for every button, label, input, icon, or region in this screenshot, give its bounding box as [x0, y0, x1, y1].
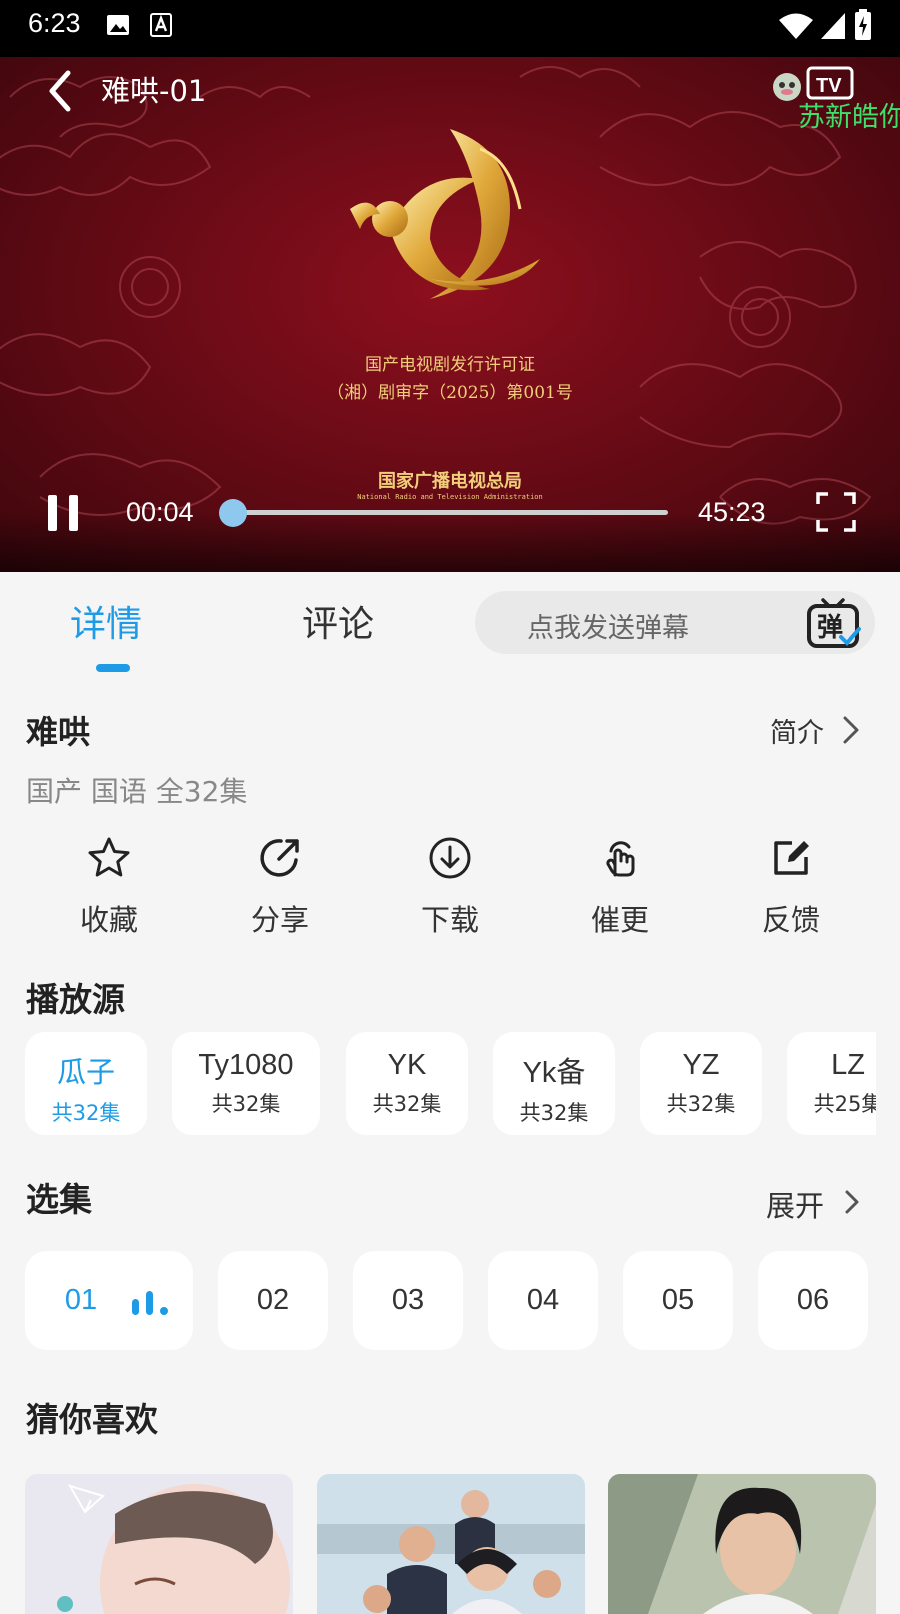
agency-name: 国家广播电视总局	[378, 471, 522, 492]
fullscreen-button[interactable]	[816, 492, 856, 532]
wifi-icon	[779, 13, 813, 39]
source-name: Ty1080	[198, 1049, 294, 1081]
show-title: 难哄	[26, 713, 91, 751]
feedback-label: 反馈	[761, 903, 820, 937]
feedback-button[interactable]: 反馈	[736, 835, 846, 945]
episode-label: 02	[256, 1284, 290, 1316]
seek-bar[interactable]	[218, 499, 668, 527]
total-time: 45:23	[698, 497, 766, 527]
poster-image	[25, 1474, 293, 1614]
video-player[interactable]: 难哄-01 TV 苏新皓你 国产电视剧发行许可证 （湘）剧审字（2025）第00…	[0, 57, 900, 572]
current-time: 00:04	[126, 497, 194, 527]
download-button[interactable]: 下载	[395, 835, 505, 945]
source-item-lz[interactable]: LZ 共25集	[787, 1032, 876, 1135]
source-item-yz[interactable]: YZ 共32集	[640, 1032, 762, 1135]
source-count: 共25集	[813, 1092, 876, 1116]
episode-06[interactable]: 06	[758, 1251, 868, 1350]
license-line-1: 国产电视剧发行许可证	[365, 355, 535, 375]
tab-indicator	[96, 664, 130, 672]
favorite-button[interactable]: 收藏	[54, 835, 164, 945]
image-notification-icon	[107, 15, 129, 35]
source-count: 共32集	[211, 1092, 281, 1116]
favorite-label: 收藏	[79, 903, 138, 937]
share-icon	[260, 839, 299, 877]
episode-label: 04	[526, 1284, 560, 1316]
source-item-yk-backup[interactable]: Yk备 共32集	[493, 1032, 615, 1135]
edit-feedback-icon	[774, 841, 809, 875]
pause-button[interactable]	[46, 493, 80, 533]
recommend-title: 猜你喜欢	[26, 1400, 158, 1439]
show-meta: 国产 国语 全32集	[26, 775, 248, 808]
status-time: 6:23	[28, 8, 81, 38]
share-label: 分享	[250, 903, 309, 937]
source-count: 共32集	[372, 1092, 442, 1116]
tv-badge-label: TV	[816, 75, 842, 97]
status-bar: 6:23	[0, 0, 900, 57]
source-count: 共32集	[666, 1092, 736, 1116]
broadcasting-emblem-icon	[350, 129, 540, 299]
source-count: 共32集	[51, 1101, 121, 1125]
share-button[interactable]: 分享	[225, 835, 335, 945]
license-line-2: （湘）剧审字（2025）第001号	[327, 383, 573, 403]
seek-thumb[interactable]	[218, 499, 247, 527]
tap-hand-icon	[606, 841, 635, 877]
source-item-ty1080[interactable]: Ty1080 共32集	[172, 1032, 320, 1135]
danmaku-input[interactable]: 点我发送弹幕 弹	[475, 591, 875, 654]
poster-image	[608, 1474, 876, 1614]
intro-link[interactable]: 简介	[770, 711, 824, 750]
signal-icon	[821, 13, 845, 39]
episode-02[interactable]: 02	[218, 1251, 328, 1350]
source-item-guazi[interactable]: 瓜子 共32集	[25, 1032, 147, 1135]
episode-label: 05	[661, 1284, 695, 1316]
source-name: YZ	[682, 1049, 720, 1081]
recommend-poster-2[interactable]	[317, 1474, 585, 1614]
download-icon	[429, 837, 471, 879]
seek-track	[232, 510, 668, 515]
source-name: Yk备	[522, 1057, 586, 1089]
episode-03[interactable]: 03	[353, 1251, 463, 1350]
source-list[interactable]: 瓜子 共32集 Ty1080 共32集 YK 共32集 Yk备 共32集 YZ …	[0, 1020, 876, 1150]
poster-image	[317, 1474, 585, 1614]
episode-label: 06	[796, 1284, 830, 1316]
pause-bar-right	[69, 495, 78, 531]
sources-title: 播放源	[26, 980, 125, 1019]
episode-04[interactable]: 04	[488, 1251, 598, 1350]
danmaku-placeholder: 点我发送弹幕	[527, 613, 689, 644]
chevron-right-icon[interactable]	[840, 714, 862, 746]
urge-update-button[interactable]: 催更	[565, 835, 675, 945]
back-button[interactable]	[40, 67, 80, 115]
recommend-poster-1[interactable]	[25, 1474, 293, 1614]
battery-charging-icon	[855, 9, 871, 40]
now-playing-icon	[132, 1291, 168, 1315]
danmaku-toggle-icon[interactable]: 弹	[805, 595, 861, 651]
urge-update-label: 催更	[590, 903, 649, 937]
recommend-poster-3[interactable]	[608, 1474, 876, 1614]
episode-01[interactable]: 01	[25, 1251, 193, 1350]
a-notification-icon	[150, 13, 172, 37]
tab-comments[interactable]: 评论	[302, 595, 374, 647]
source-item-yk[interactable]: YK 共32集	[346, 1032, 468, 1135]
expand-link[interactable]: 展开	[766, 1183, 824, 1225]
danmaku-watermark: 苏新皓你	[798, 102, 900, 133]
source-name: LZ	[831, 1049, 865, 1081]
video-title: 难哄-01	[101, 74, 207, 108]
source-count: 共32集	[519, 1101, 589, 1125]
source-name: 瓜子	[56, 1057, 115, 1089]
chevron-right-icon[interactable]	[843, 1187, 861, 1217]
download-label: 下载	[420, 903, 479, 937]
pause-bar-left	[48, 495, 57, 531]
episode-label: 03	[391, 1284, 425, 1316]
episodes-title: 选集	[26, 1180, 92, 1219]
episode-05[interactable]: 05	[623, 1251, 733, 1350]
episode-label: 01	[64, 1284, 98, 1316]
danmaku-icon-label: 弹	[817, 613, 843, 643]
star-icon	[88, 837, 130, 877]
source-name: YK	[387, 1049, 427, 1081]
tab-details[interactable]: 详情	[70, 595, 142, 647]
